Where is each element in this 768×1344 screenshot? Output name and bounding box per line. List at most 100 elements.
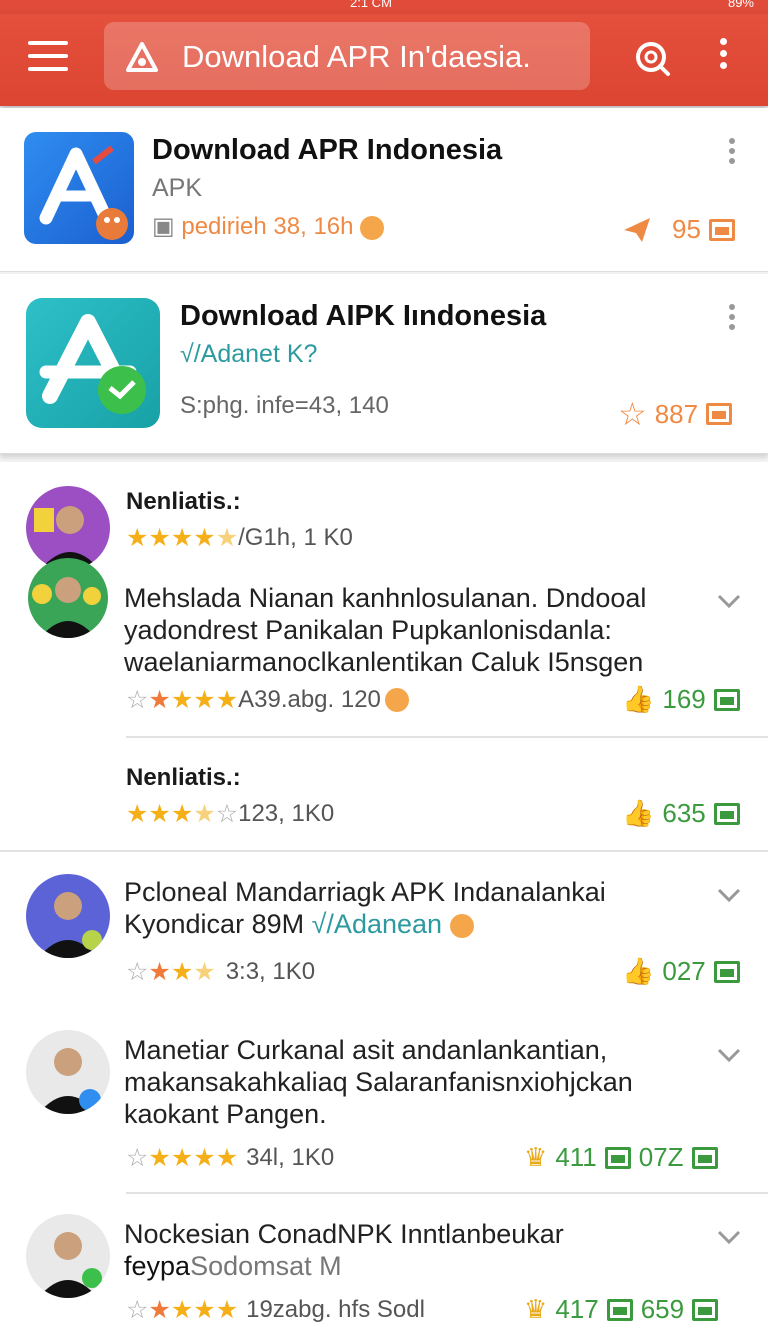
review-rating: ☆ ★ ★ ★ 3:3, 1K0	[126, 958, 315, 986]
avatar[interactable]	[26, 1030, 110, 1114]
star-half-icon: ★	[193, 957, 216, 986]
review-stats[interactable]: ♛ 417 659	[524, 1294, 719, 1325]
chevron-down-icon[interactable]	[716, 882, 742, 908]
crown-icon: ♛	[524, 1294, 548, 1324]
review-likes-value: 635	[662, 798, 706, 828]
review-likes-value: 169	[662, 684, 706, 714]
star-icon: ★	[215, 685, 239, 714]
star-outline-icon: ☆	[126, 685, 149, 714]
app-title: Download APR Indonesia	[152, 134, 503, 166]
emoji-icon	[449, 913, 474, 938]
book-icon	[606, 1298, 633, 1321]
review-likes[interactable]: 👍 635	[622, 798, 740, 829]
bookmark-icon	[708, 218, 735, 241]
star-icon: ★	[193, 523, 216, 552]
app-meta: ▣ pedirieh 38, 16h	[152, 212, 385, 241]
star-icon: ★	[148, 523, 171, 552]
review-text: Manetiar Curkanal asit andanlankantian, …	[124, 1035, 633, 1129]
divider	[0, 850, 768, 852]
star-icon: ★	[170, 1295, 194, 1324]
app-card[interactable]: Download AIPK Iındonesia √/Adanet K? S:p…	[0, 274, 768, 454]
chevron-down-icon[interactable]	[716, 1224, 742, 1250]
star-icon: ★	[170, 957, 194, 986]
review-stat-a: 417	[555, 1294, 599, 1324]
review-rating-text: 3:3, 1K0	[225, 958, 316, 985]
review-rating: ☆ ★ ★ ★ ★ 34l, 1K0	[126, 1144, 334, 1172]
review-text: Mehslada Nianan kanhnlosulanan. Dndooal …	[124, 583, 647, 677]
bookmark-icon	[713, 802, 740, 825]
review-text: Nockesian ConadNPK Inntlanbeukar feypaSo…	[124, 1218, 684, 1282]
chevron-down-icon[interactable]	[716, 588, 742, 614]
review-stat-b: 07Z	[638, 1142, 684, 1172]
review-link[interactable]: √/Adanean	[312, 909, 442, 939]
review-likes[interactable]: 👍 169	[622, 684, 740, 715]
app-card[interactable]: Download APR Indonesia APK ▣ pedirieh 38…	[0, 108, 768, 272]
star-icon: ★	[193, 1295, 216, 1324]
reviewer-name: Nenliatis.:	[126, 764, 241, 791]
thumb-up-icon: 👍	[622, 798, 655, 828]
app-meta-text: S:phg. infe=43, 140	[180, 392, 389, 419]
search-title: Download APR In'daesia.	[182, 39, 531, 74]
crown-icon: ♛	[524, 1142, 548, 1172]
search-bar[interactable]: Download APR In'daesia.	[104, 22, 590, 90]
star-outline-icon: ☆	[618, 396, 647, 432]
book-icon	[604, 1146, 631, 1169]
star-outline-icon: ☆	[126, 1295, 149, 1324]
app-icon	[24, 132, 134, 244]
review-rating-text: 19zabg. hfs Sodl	[246, 1296, 425, 1323]
bookmark-icon	[692, 1298, 719, 1321]
review-rating: ★ ★ ★ ★ ★ /G1h, 1 K0	[126, 524, 353, 552]
review-text-rest: Sodomsat M	[190, 1251, 342, 1281]
status-time: 2:1 CM	[350, 0, 392, 10]
card-overflow-icon[interactable]	[722, 138, 742, 174]
star-icon: ★	[126, 523, 149, 552]
avatar[interactable]	[26, 1214, 110, 1298]
bookmark-icon	[706, 403, 733, 425]
review-stat-a: 411	[555, 1142, 597, 1172]
app-stat[interactable]: ☆ 887	[618, 396, 733, 432]
review-likes-value: 027	[662, 956, 706, 986]
card-overflow-icon[interactable]	[722, 304, 742, 340]
review-text-bold: feypa	[124, 1251, 191, 1281]
star-icon: ★	[193, 1143, 216, 1172]
review-text-main: Nockesian ConadNPK Inntlanbeukar	[124, 1219, 564, 1249]
star-icon: ★	[215, 1295, 239, 1324]
star-icon: ★	[170, 1143, 194, 1172]
review-likes[interactable]: 👍 027	[622, 956, 740, 987]
avatar[interactable]	[26, 874, 110, 958]
star-icon: ★	[170, 523, 194, 552]
app-icon	[26, 298, 160, 428]
app-stat[interactable]: 95	[622, 214, 735, 245]
star-outline-icon: ☆	[215, 799, 239, 828]
review-rating: ★ ★ ★ ★ ☆ 123, 1K0	[126, 800, 334, 828]
search-icon[interactable]	[632, 38, 672, 78]
thumb-up-icon: 👍	[622, 956, 655, 986]
review-stats[interactable]: ♛ 411 07Z	[524, 1142, 718, 1173]
app-meta-text: pedirieh 38, 16h	[181, 213, 354, 240]
chevron-down-icon[interactable]	[716, 1042, 742, 1068]
star-icon: ★	[126, 799, 149, 828]
review-rating-text: 123, 1K0	[238, 800, 335, 827]
star-icon: ★	[193, 685, 216, 714]
review-rating: ☆ ★ ★ ★ ★ A39.abg. 120	[126, 686, 409, 714]
bookmark-icon	[691, 1146, 718, 1169]
star-outline-icon: ☆	[126, 1143, 149, 1172]
app-stat-value: 887	[654, 398, 699, 429]
send-icon	[624, 217, 650, 242]
top-app-bar: Download APR In'daesia.	[0, 14, 768, 106]
app-title: Download AIPK Iındonesia	[180, 300, 547, 332]
star-icon: ★	[148, 1295, 171, 1324]
overflow-menu-icon[interactable]	[714, 38, 732, 78]
emoji-icon	[360, 215, 385, 240]
divider	[126, 736, 768, 738]
review-rating-text: /G1h, 1 K0	[238, 524, 353, 551]
star-icon: ★	[148, 799, 171, 828]
emoji-icon	[384, 688, 409, 712]
status-battery: 89%	[727, 0, 754, 10]
star-icon: ★	[170, 685, 194, 714]
star-icon: ★	[170, 799, 194, 828]
review-rating: ☆ ★ ★ ★ ★ 19zabg. hfs Sodl	[126, 1296, 425, 1324]
thumb-up-icon: 👍	[622, 684, 655, 714]
hamburger-menu-icon[interactable]	[28, 41, 68, 73]
avatar[interactable]	[28, 558, 108, 638]
